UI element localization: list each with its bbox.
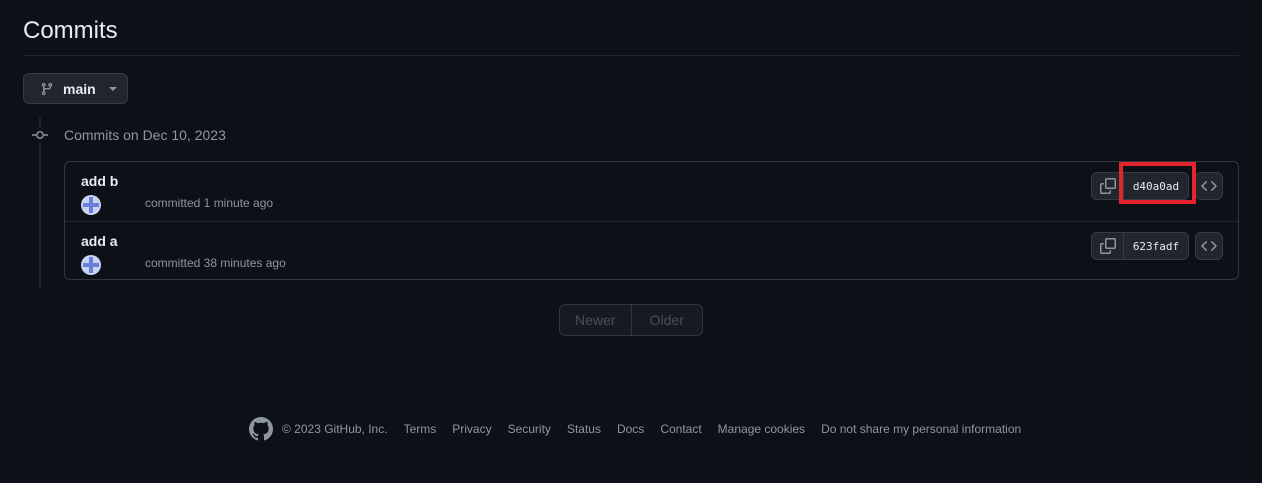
caret-down-icon — [108, 86, 117, 91]
copy-icon — [1099, 178, 1116, 194]
older-button[interactable]: Older — [630, 305, 703, 335]
footer-link-security[interactable]: Security — [508, 422, 551, 436]
copy-sha-button[interactable] — [1092, 173, 1124, 199]
commit-sha-link[interactable]: 623fadf — [1124, 233, 1188, 259]
commit-actions: d40a0ad — [1091, 172, 1189, 200]
commit-list: add b committed 1 minute ago d40a0ad add… — [64, 161, 1239, 280]
code-icon — [1201, 180, 1217, 192]
footer-copyright: © 2023 GitHub, Inc. — [249, 417, 388, 441]
footer-link-manage-cookies[interactable]: Manage cookies — [718, 422, 805, 436]
code-icon — [1201, 240, 1217, 252]
browse-repo-button[interactable] — [1195, 172, 1223, 200]
github-logo-icon[interactable] — [249, 417, 273, 441]
pagination: Newer Older — [559, 304, 703, 336]
footer-link-contact[interactable]: Contact — [660, 422, 701, 436]
commit-sha-link[interactable]: d40a0ad — [1124, 173, 1188, 199]
commit-meta: committed 1 minute ago — [145, 196, 274, 210]
commit-actions: 623fadf — [1091, 232, 1189, 260]
footer-link-status[interactable]: Status — [567, 422, 601, 436]
copy-icon — [1099, 238, 1116, 254]
copy-sha-button[interactable] — [1092, 233, 1124, 259]
commit-title-link[interactable]: add b — [81, 173, 118, 189]
commit-row: add b committed 1 minute ago d40a0ad — [65, 162, 1238, 221]
commit-row: add a committed 38 minutes ago 623fadf — [65, 221, 1238, 280]
footer-link-docs[interactable]: Docs — [617, 422, 644, 436]
newer-button[interactable]: Newer — [560, 305, 631, 335]
avatar[interactable] — [81, 195, 101, 215]
browse-repo-button[interactable] — [1195, 232, 1223, 260]
git-commit-icon — [31, 127, 49, 143]
page-title: Commits — [23, 17, 118, 44]
commit-group-header: Commits on Dec 10, 2023 — [64, 127, 226, 143]
footer: © 2023 GitHub, Inc. Terms Privacy Securi… — [249, 416, 1021, 442]
footer-link-do-not-share[interactable]: Do not share my personal information — [821, 422, 1021, 436]
footer-link-terms[interactable]: Terms — [404, 422, 437, 436]
copyright-text: © 2023 GitHub, Inc. — [282, 422, 388, 436]
branch-name: main — [63, 80, 96, 97]
title-divider — [23, 55, 1239, 56]
avatar[interactable] — [81, 255, 101, 275]
commit-title-link[interactable]: add a — [81, 233, 118, 249]
commit-meta: committed 38 minutes ago — [145, 256, 286, 270]
timeline-line — [39, 118, 41, 288]
git-branch-icon — [40, 81, 54, 97]
footer-link-privacy[interactable]: Privacy — [452, 422, 491, 436]
branch-selector-button[interactable]: main — [23, 73, 128, 104]
